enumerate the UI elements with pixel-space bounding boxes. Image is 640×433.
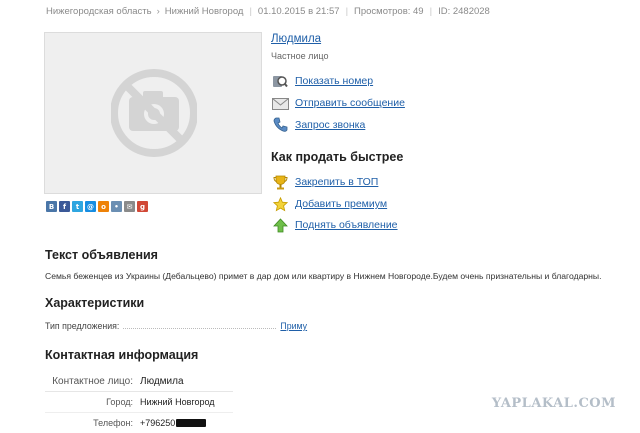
bump-listing-action[interactable]: Поднять объявление	[271, 217, 398, 233]
offer-type-row: Тип предложения: Приму	[45, 321, 307, 331]
contact-person-value: Людмила	[140, 375, 184, 387]
listing-meta-bar: Нижегородская область › Нижний Новгород | 01…	[46, 6, 490, 17]
table-row: Контактное лицо: Людмила	[45, 371, 233, 392]
ad-text-body: Семья беженцев из Украины (Дебальцево) п…	[45, 271, 602, 281]
region-link[interactable]: Нижегородская область	[46, 6, 152, 17]
magnifier-phone-icon	[271, 73, 289, 89]
city-value: Нижний Новгород	[140, 397, 215, 407]
table-row: Город: Нижний Новгород	[45, 392, 233, 413]
send-message-action[interactable]: Отправить сообщение	[271, 95, 405, 111]
star-icon	[271, 196, 289, 212]
sell-faster-heading: Как продать быстрее	[271, 150, 404, 164]
googleplus-share-icon[interactable]: g	[137, 201, 148, 212]
dotted-leader	[123, 328, 277, 329]
bump-listing-label[interactable]: Поднять объявление	[295, 219, 398, 231]
listing-photo-placeholder[interactable]	[44, 32, 262, 194]
livejournal-share-icon[interactable]: •	[111, 201, 122, 212]
pin-top-action[interactable]: Закрепить в ТОП	[271, 174, 378, 190]
add-premium-label[interactable]: Добавить премиум	[295, 198, 387, 210]
posted-date: 01.10.2015 в 21:57	[257, 6, 340, 17]
pin-top-label[interactable]: Закрепить в ТОП	[295, 176, 378, 188]
view-count: Просмотров: 49	[354, 6, 424, 17]
seller-name-link[interactable]: Людмила	[271, 33, 328, 45]
show-phone-label[interactable]: Показать номер	[295, 75, 373, 87]
phone-value: +796250	[140, 418, 176, 428]
trophy-icon	[271, 174, 289, 190]
phone-value-wrap: +796250	[140, 418, 207, 428]
offer-type-value-link[interactable]: Приму	[280, 321, 307, 331]
city-label: Город:	[106, 397, 133, 407]
characteristics-heading: Характеристики	[45, 296, 145, 310]
ad-text-heading: Текст объявления	[45, 248, 158, 262]
listing-id: ID: 2482028	[438, 6, 490, 17]
add-premium-action[interactable]: Добавить премиум	[271, 196, 387, 212]
twitter-share-icon[interactable]: t	[72, 201, 83, 212]
call-request-action[interactable]: Запрос звонка	[271, 117, 365, 133]
table-row: Телефон: +796250	[45, 413, 233, 433]
send-message-label[interactable]: Отправить сообщение	[295, 97, 405, 109]
call-request-label[interactable]: Запрос звонка	[295, 119, 365, 131]
watermark-logo: YAPLAKAL.COM	[491, 396, 616, 411]
offer-type-label: Тип предложения:	[45, 321, 120, 331]
divider: |	[429, 6, 433, 17]
divider: |	[249, 6, 252, 17]
email-share-icon[interactable]: ✉	[124, 201, 135, 212]
contact-person-label: Контактное лицо:	[52, 375, 133, 387]
vk-share-icon[interactable]: В	[46, 201, 57, 212]
facebook-share-icon[interactable]: f	[59, 201, 70, 212]
envelope-icon	[271, 95, 289, 111]
no-photo-camera-icon	[111, 69, 197, 157]
handset-icon	[271, 117, 289, 133]
phone-label: Телефон:	[93, 418, 133, 428]
show-phone-action[interactable]: Показать номер	[271, 73, 373, 89]
divider: |	[345, 6, 349, 17]
seller-type: Частное лицо	[271, 51, 329, 61]
odnoklassniki-share-icon[interactable]: o	[98, 201, 109, 212]
redaction-mask	[176, 419, 207, 427]
city-link[interactable]: Нижний Новгород	[165, 6, 244, 17]
social-share-bar: Вf t @ o • ✉ g	[46, 201, 148, 212]
seller-info: Людмила Частное лицо	[271, 33, 328, 61]
contact-info-table: Контактное лицо: Людмила Город: Нижний Н…	[45, 371, 233, 433]
up-arrow-icon	[271, 217, 289, 233]
contact-info-heading: Контактная информация	[45, 348, 199, 362]
mailru-share-icon[interactable]: @	[85, 201, 96, 212]
chevron-right-icon: ›	[156, 6, 160, 17]
